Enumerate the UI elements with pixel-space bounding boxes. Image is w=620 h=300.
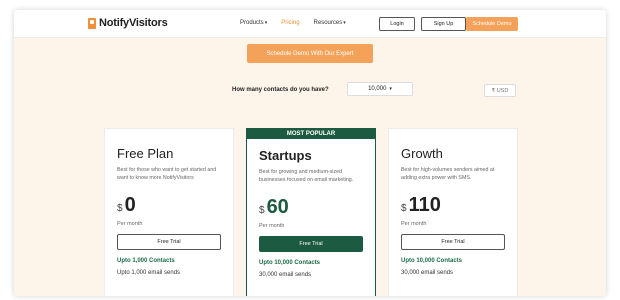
plan-title: Startups (259, 148, 312, 163)
plan-price: $ 60 (259, 196, 363, 219)
nav-item-pricing[interactable]: Pricing (281, 20, 299, 26)
free-trial-button[interactable]: Free Trial (401, 234, 505, 250)
plan-title: Free Plan (117, 146, 174, 161)
top-navbar: NotifyVisitors Products▾ Pricing Resourc… (14, 10, 606, 38)
browser-viewport: NotifyVisitors Products▾ Pricing Resourc… (14, 10, 606, 296)
logo-text: NotifyVisitors (99, 17, 168, 29)
plan-feature: 30,000 email sends (401, 270, 454, 276)
free-trial-button[interactable]: Free Trial (117, 234, 221, 250)
nav-item-resources[interactable]: Resources▾ (314, 20, 346, 26)
most-popular-badge: MOST POPULAR (247, 128, 375, 139)
plan-feature: 30,000 email sends (259, 272, 312, 278)
price-period: Per month (259, 223, 285, 229)
login-button[interactable]: Login (379, 17, 415, 31)
plan-price: $ 110 (401, 194, 505, 217)
plan-title: Growth (401, 146, 443, 161)
plan-card-growth: Growth Best for high-volumes senders aim… (388, 128, 518, 296)
plan-card-startups: MOST POPULAR Startups Best for growing a… (246, 128, 376, 296)
nav-item-label: Resources (313, 20, 343, 26)
plan-description: Best for those who want to get started a… (117, 167, 217, 181)
currency-symbol: $ (259, 205, 265, 216)
plan-feature: Upto 1,000 email sends (117, 270, 181, 276)
contacts-dropdown[interactable]: 10,000 ▾ (347, 82, 413, 96)
logo-icon (88, 17, 96, 29)
free-trial-button[interactable]: Free Trial (259, 236, 363, 252)
price-amount: 110 (408, 194, 441, 216)
plan-description: Best for growing and medium-sized busine… (259, 169, 354, 183)
plan-contacts: Upto 10,000 Contacts (259, 260, 321, 266)
schedule-demo-expert-button[interactable]: Schedule Demo With Our Expert (247, 44, 373, 63)
contacts-question: How many contacts do you have? (232, 87, 329, 93)
main-nav: Products▾ Pricing Resources▾ (240, 20, 346, 26)
currency-toggle[interactable]: ₹ USD (484, 84, 516, 97)
nav-item-products[interactable]: Products▾ (240, 20, 267, 26)
price-amount: 60 (266, 196, 289, 218)
price-amount: 0 (124, 194, 136, 216)
plan-price: $ 0 (117, 194, 221, 217)
contacts-value: 10,000 (368, 86, 387, 92)
plan-contacts: Upto 10,000 Contacts (401, 258, 463, 264)
signup-button[interactable]: Sign Up (421, 17, 466, 31)
nav-item-label: Products (240, 20, 264, 26)
schedule-demo-button[interactable]: Schedule Demo (466, 17, 518, 31)
chevron-down-icon: ▾ (389, 86, 392, 92)
logo[interactable]: NotifyVisitors (88, 17, 168, 29)
chevron-down-icon: ▾ (343, 20, 346, 26)
currency-symbol: $ (117, 203, 123, 214)
chevron-down-icon: ▾ (264, 20, 268, 26)
currency-symbol: $ (401, 203, 407, 214)
plan-description: Best for high-volumes senders aimed at a… (401, 167, 495, 181)
price-period: Per month (117, 221, 143, 227)
plan-contacts: Upto 1,000 Contacts (117, 258, 175, 264)
plan-card-free: Free Plan Best for those who want to get… (104, 128, 234, 296)
price-period: Per month (401, 221, 427, 227)
